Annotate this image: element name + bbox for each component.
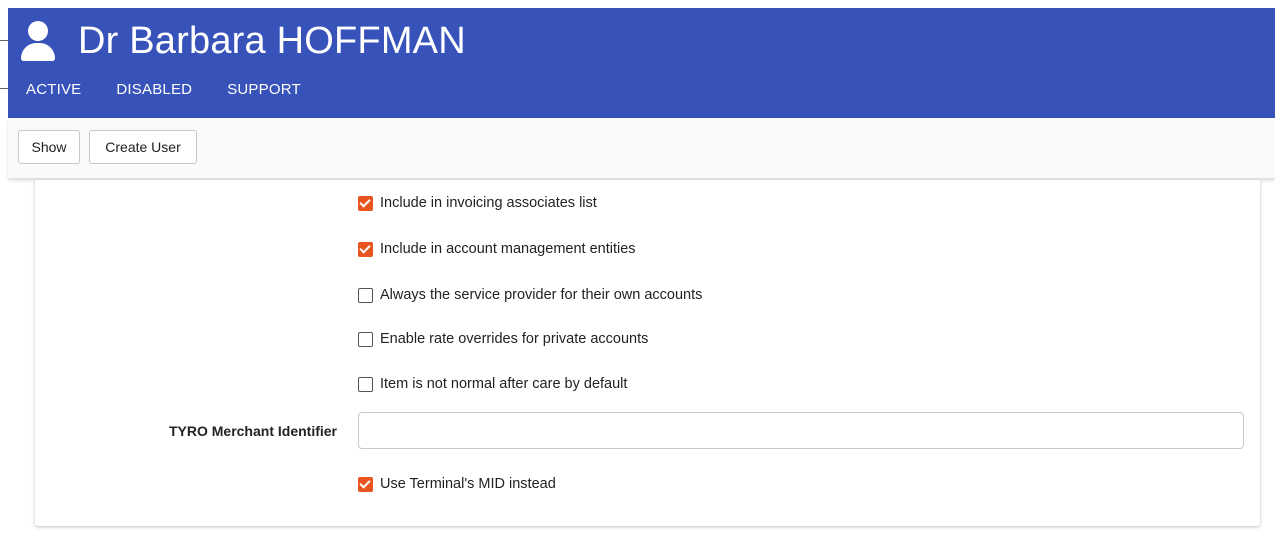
checkbox-checked-icon[interactable] — [358, 241, 373, 257]
checkbox-account-management[interactable]: Include in account management entities — [358, 241, 636, 257]
tyro-merchant-input[interactable] — [358, 412, 1244, 449]
checkbox-label: Include in account management entities — [380, 241, 636, 257]
checkbox-label: Always the service provider for their ow… — [380, 287, 703, 303]
checkbox-label: Include in invoicing associates list — [380, 195, 597, 211]
checkbox-terminal-mid[interactable]: Use Terminal's MID instead — [358, 476, 556, 492]
checkbox-invoicing-associates[interactable]: Include in invoicing associates list — [358, 195, 597, 211]
create-user-button[interactable]: Create User — [89, 130, 197, 164]
page-title: Dr Barbara HOFFMAN — [78, 19, 466, 62]
edge-rule — [0, 40, 8, 41]
checkbox-unchecked-icon[interactable] — [358, 331, 373, 347]
checkbox-rate-overrides[interactable]: Enable rate overrides for private accoun… — [358, 331, 648, 347]
checkbox-service-provider[interactable]: Always the service provider for their ow… — [358, 287, 702, 303]
checkbox-label: Item is not normal after care by default — [380, 376, 628, 392]
show-button[interactable]: Show — [18, 130, 80, 164]
tab-support[interactable]: SUPPORT — [227, 81, 301, 98]
checkbox-checked-icon[interactable] — [358, 476, 373, 492]
checkbox-label: Use Terminal's MID instead — [380, 476, 556, 492]
checkbox-unchecked-icon[interactable] — [358, 376, 373, 392]
checkbox-unchecked-icon[interactable] — [358, 287, 373, 303]
tab-active[interactable]: ACTIVE — [26, 81, 81, 98]
checkbox-checked-icon[interactable] — [358, 195, 373, 211]
tyro-merchant-label: TYRO Merchant Identifier — [168, 423, 337, 439]
tab-bar: ACTIVE DISABLED SUPPORT — [26, 81, 336, 98]
edge-rule — [0, 88, 8, 89]
settings-card: Include in invoicing associates list Inc… — [35, 180, 1260, 526]
title-row: Dr Barbara HOFFMAN — [18, 16, 466, 66]
toolbar: Show Create User — [8, 118, 1275, 179]
checkbox-label: Enable rate overrides for private accoun… — [380, 331, 649, 347]
tab-disabled[interactable]: DISABLED — [116, 81, 192, 98]
app-header: Dr Barbara HOFFMAN ACTIVE DISABLED SUPPO… — [8, 8, 1275, 118]
checkbox-after-care[interactable]: Item is not normal after care by default — [358, 376, 627, 392]
user-icon — [18, 19, 58, 63]
